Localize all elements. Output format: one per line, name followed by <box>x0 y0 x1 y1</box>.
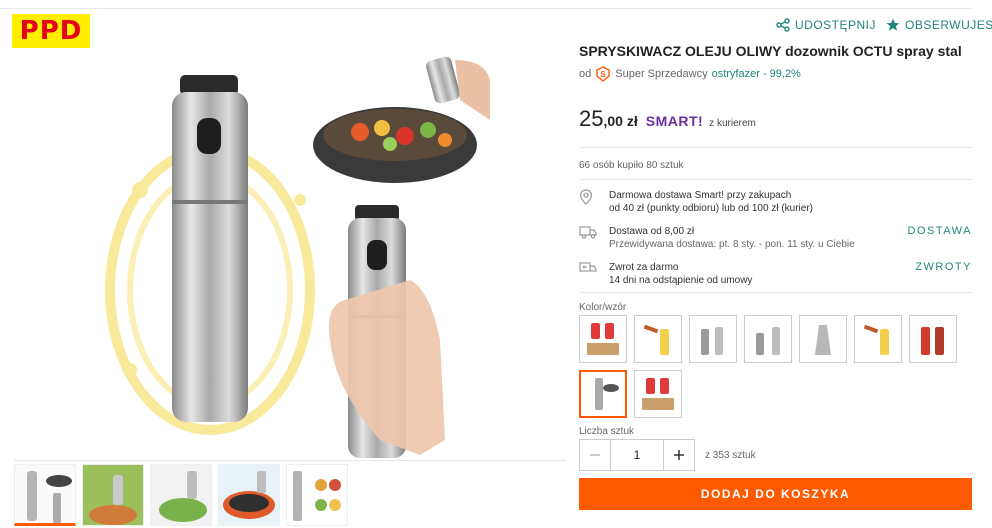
quantity-available: z 353 sztuk <box>705 449 756 461</box>
add-to-cart-button[interactable]: DODAJ DO KOSZYKA <box>579 478 972 510</box>
sprayer-bottle-in-hand <box>329 205 445 458</box>
variant-label: Kolor/wzór <box>579 302 627 313</box>
courier-text: z kurierem <box>709 118 756 129</box>
seller-badge-label: Super Sprzedawcy <box>615 68 708 80</box>
delivery-link[interactable]: DOSTAWA <box>908 225 972 251</box>
image-thumbnails <box>14 460 566 526</box>
shipping-line2: od 40 zł (punkty odbioru) lub od 100 zł … <box>609 203 813 214</box>
price-value: 25,00 zł <box>579 106 640 132</box>
variant-swatch-6[interactable] <box>854 315 902 363</box>
seller-name-link[interactable]: ostryfazer - 99,2% <box>712 68 801 80</box>
divider <box>579 292 972 293</box>
share-button[interactable]: UDOSTĘPNIJ <box>776 18 876 32</box>
quantity-stepper: 1 z 353 sztuk <box>579 439 756 471</box>
variant-swatch-3[interactable] <box>689 315 737 363</box>
thumbnail-3[interactable] <box>150 464 212 526</box>
share-icon <box>776 18 790 32</box>
thumbnail-1[interactable] <box>14 464 76 526</box>
variant-swatch-1[interactable] <box>579 315 627 363</box>
thumbnail-2[interactable] <box>82 464 144 526</box>
hand-spraying <box>426 56 490 120</box>
price-main: 25 <box>579 106 604 131</box>
shipping-row-free: Darmowa dostawa Smart! przy zakupach od … <box>579 189 972 215</box>
minus-icon <box>590 454 600 456</box>
variant-swatch-7[interactable] <box>909 315 957 363</box>
returns-line2: 14 dni na odstąpienie od umowy <box>609 275 753 286</box>
location-icon <box>579 189 609 215</box>
variant-swatches <box>579 315 972 418</box>
variant-swatch-9[interactable] <box>634 370 682 418</box>
thumbnail-5[interactable] <box>286 464 348 526</box>
divider <box>579 179 972 180</box>
product-main-image[interactable] <box>90 40 510 460</box>
return-icon <box>579 261 609 287</box>
brand-logo: PPD <box>12 14 90 48</box>
variant-swatch-4[interactable] <box>744 315 792 363</box>
pan-with-vegetables <box>313 107 477 183</box>
top-divider <box>0 8 972 9</box>
shipping-line1: Darmowa dostawa Smart! przy zakupach <box>609 190 792 201</box>
super-seller-badge-icon: S <box>596 66 610 82</box>
quantity-decrease-button[interactable] <box>579 439 611 471</box>
variant-swatch-2[interactable] <box>634 315 682 363</box>
thumbnail-4[interactable] <box>218 464 280 526</box>
quantity-increase-button[interactable] <box>663 439 695 471</box>
price-block: 25,00 zł SMART! z kurierem <box>579 106 756 132</box>
share-label: UDOSTĘPNIJ <box>795 18 877 32</box>
delivery-line1: Dostawa od 8,00 zł <box>609 226 695 237</box>
top-actions: UDOSTĘPNIJ OBSERWUJESZ <box>776 18 992 32</box>
returns-link[interactable]: ZWROTY <box>915 261 972 287</box>
quantity-input[interactable]: 1 <box>611 439 663 471</box>
plus-icon <box>674 450 684 460</box>
shipping-row-returns: Zwrot za darmo 14 dni na odstąpienie od … <box>579 261 972 287</box>
price-decimals: ,00 zł <box>603 113 638 129</box>
svg-text:S: S <box>601 70 607 79</box>
shipping-row-delivery: Dostawa od 8,00 zł Przewidywana dostawa:… <box>579 225 972 251</box>
watch-label: OBSERWUJESZ <box>905 18 992 32</box>
star-icon <box>886 18 900 31</box>
truck-icon <box>579 225 609 251</box>
seller-info: od S Super Sprzedawcy ostryfazer - 99,2% <box>579 66 801 82</box>
sold-count: 66 osób kupiło 80 sztuk <box>579 160 684 171</box>
variant-swatch-8[interactable] <box>579 370 627 418</box>
divider <box>579 147 972 148</box>
delivery-line2: Przewidywana dostawa: pt. 8 sty. - pon. … <box>609 239 855 250</box>
variant-swatch-5[interactable] <box>799 315 847 363</box>
product-title: SPRYSKIWACZ OLEJU OLIWY dozownik OCTU sp… <box>579 43 962 59</box>
watch-button[interactable]: OBSERWUJESZ <box>886 18 992 32</box>
quantity-label: Liczba sztuk <box>579 426 635 437</box>
seller-prefix: od <box>579 68 592 80</box>
sprayer-bottle-large <box>172 75 248 422</box>
smart-badge: SMART! <box>645 113 704 129</box>
returns-line1: Zwrot za darmo <box>609 262 679 273</box>
